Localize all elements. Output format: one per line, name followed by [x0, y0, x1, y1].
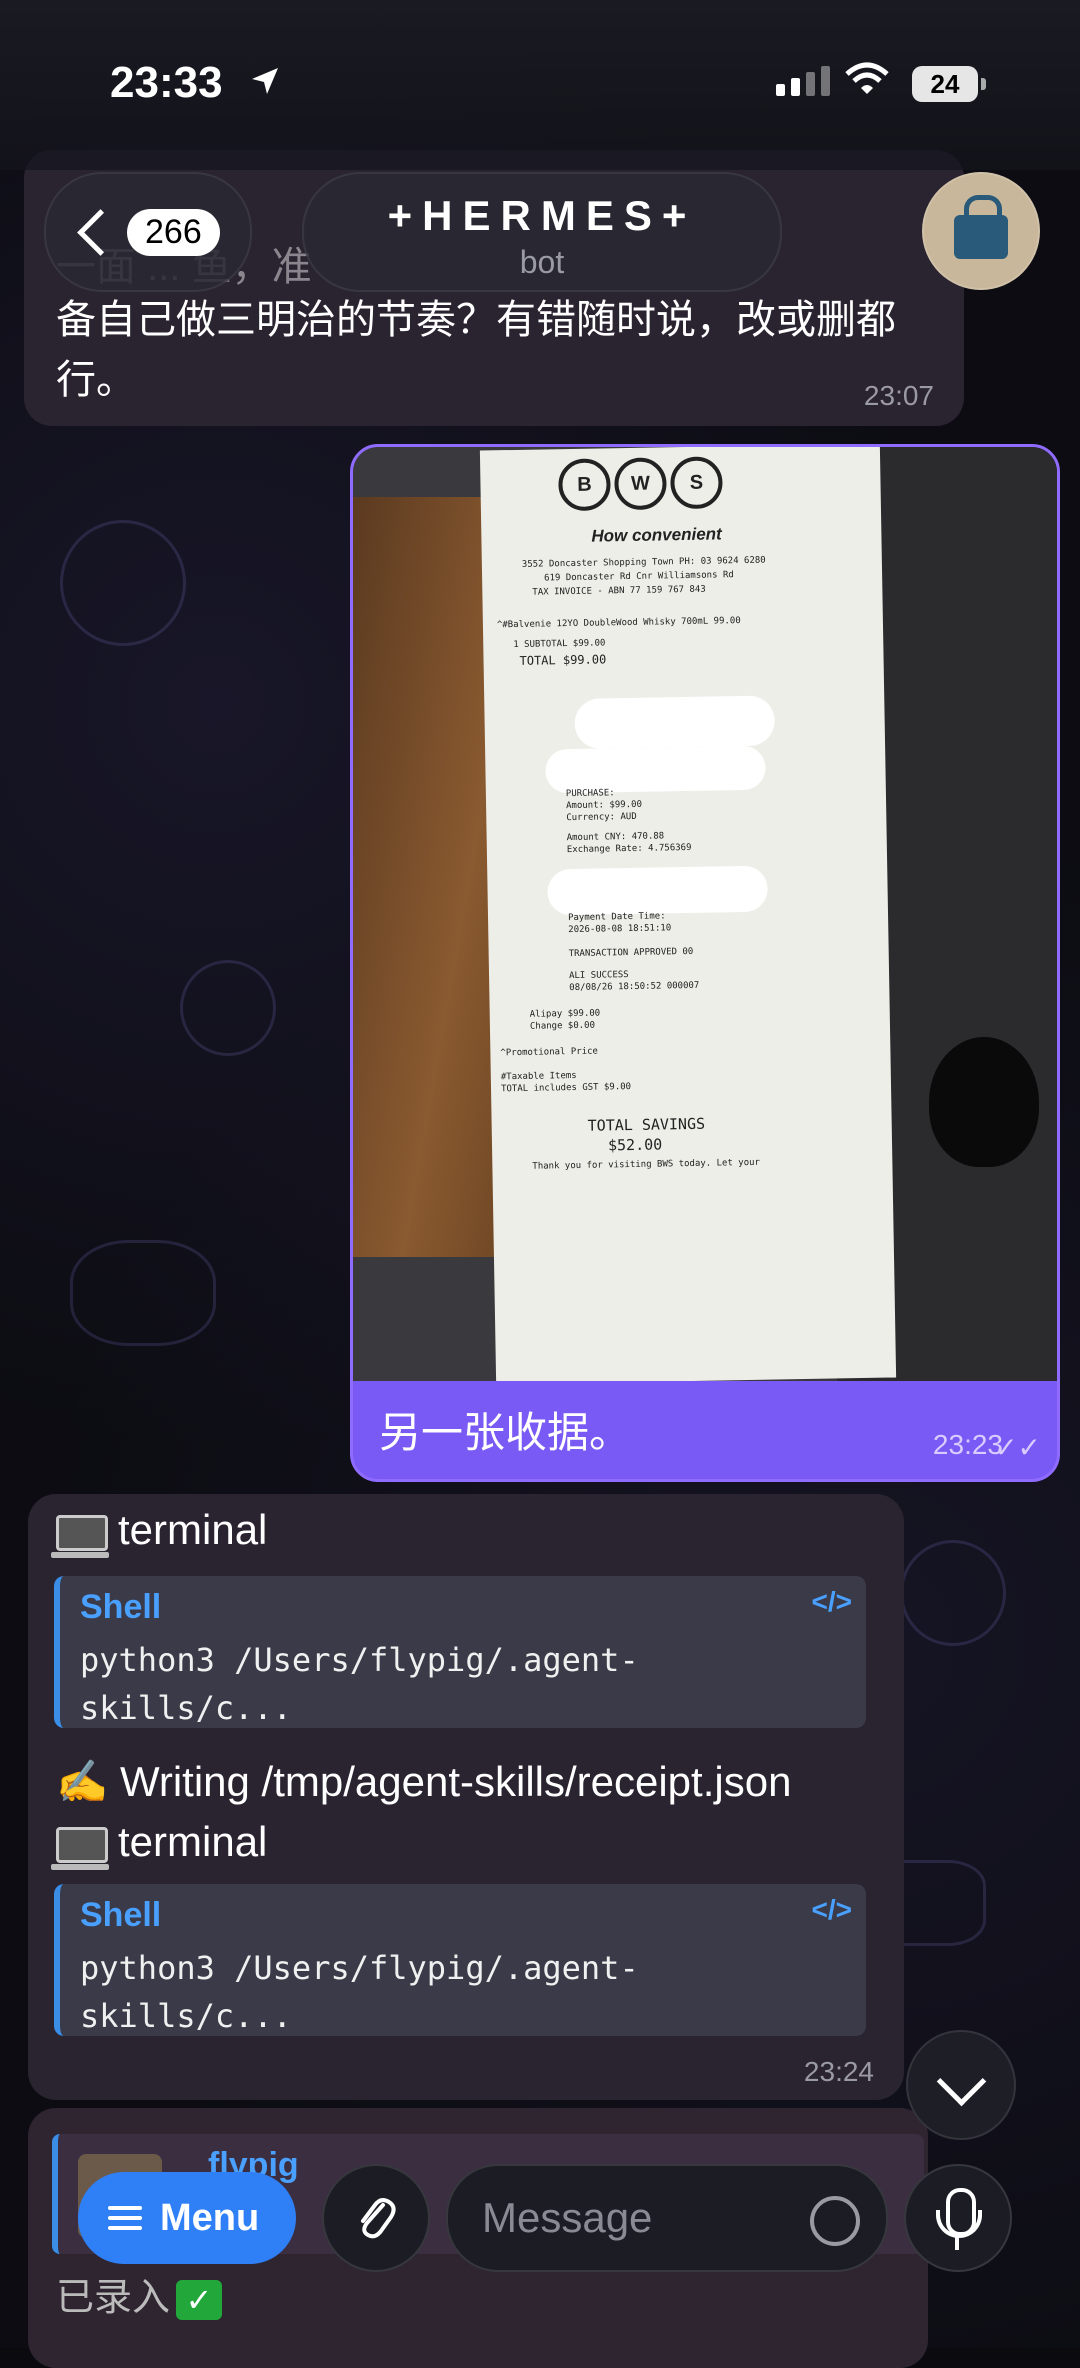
code-text: python3 /Users/flypig/.agent-skills/c...	[80, 1641, 639, 1727]
code-icon[interactable]: </>	[812, 1586, 852, 1618]
back-button[interactable]: 266	[44, 172, 252, 292]
chevron-down-icon	[936, 2056, 987, 2107]
message-line: terminal	[51, 1506, 268, 1558]
code-block-label: Shell	[80, 1896, 162, 1934]
chat-title-button[interactable]: +HERMES+ bot	[302, 172, 782, 292]
message-time: 23:24	[803, 2056, 874, 2087]
receipt-line: Currency: AUD	[566, 811, 637, 824]
message-line-text: terminal	[118, 1506, 268, 1553]
code-block[interactable]: Shell </> python3 /Users/flypig/.agent-s…	[54, 1884, 866, 2036]
message-time: 23:07	[863, 380, 934, 411]
receipt-line: TOTAL $99.00	[519, 652, 607, 668]
apple-logo-icon	[929, 1037, 1039, 1167]
receipt-line: #Taxable Items	[500, 1070, 577, 1083]
sticker-icon[interactable]	[810, 2196, 860, 2246]
receipt-line: TOTAL includes GST $9.00	[500, 1082, 632, 1095]
receipt-line: Payment Date Time:	[567, 911, 666, 924]
receipt-line: TAX INVOICE - ABN 77 159 767 843	[532, 584, 706, 598]
check-mark-icon: ✓	[176, 2279, 223, 2320]
chat-title: +HERMES+	[387, 192, 697, 239]
scroll-to-bottom-button[interactable]	[906, 2030, 1016, 2140]
message-line-text: terminal	[118, 1818, 268, 1865]
code-block-label: Shell	[80, 1588, 162, 1626]
receipt-line: $52.00	[607, 1135, 663, 1155]
redaction-mark	[547, 865, 768, 916]
paperclip-icon	[361, 2198, 396, 2239]
chat-subtitle: bot	[519, 244, 565, 280]
receipt-line: Thank you for visiting BWS today. Let yo…	[532, 1157, 761, 1172]
message-input[interactable]	[480, 2188, 784, 2248]
receipt-line: Exchange Rate: 4.756369	[566, 842, 692, 856]
laptop-icon	[51, 1826, 109, 1870]
redaction-mark	[574, 695, 776, 749]
chevron-left-icon	[77, 208, 124, 256]
code-text: python3 /Users/flypig/.agent-skills/c...	[80, 1949, 639, 2035]
redaction-mark	[545, 745, 766, 794]
avatar[interactable]	[922, 172, 1040, 290]
message-text: 已录入 ✓	[56, 2266, 223, 2321]
status-bar: 23:33 24	[0, 0, 1080, 170]
receipt-line: 08/08/26 18:50:52 000007	[569, 980, 700, 994]
message-line: terminal	[51, 1818, 268, 1870]
battery-indicator: 24	[912, 66, 986, 102]
message-bubble-incoming[interactable]: terminal Shell </> python3 /Users/flypig…	[28, 1494, 904, 2100]
double-check-icon: ✓✓	[994, 1432, 1041, 1463]
clock: 23:33	[110, 58, 223, 107]
receipt-line: 2026-08-08 18:51:10	[568, 923, 672, 936]
receipt-line: Alipay $99.00	[529, 1008, 601, 1020]
receipt-line: Amount: $99.00	[566, 799, 643, 812]
message-bubble-outgoing[interactable]: B W S How convenient 3552 Doncaster Shop…	[350, 444, 1060, 1482]
cellular-signal-icon	[776, 66, 830, 96]
wifi-icon	[845, 62, 889, 94]
receipt-line: PURCHASE:	[565, 788, 615, 800]
menu-label: Menu	[160, 2196, 260, 2239]
location-arrow-icon	[252, 68, 278, 94]
receipt-line: ^#Balvenie 12YO DoubleWood Whisky 700mL …	[496, 616, 741, 631]
receipt-line: Amount CNY: 470.88	[566, 831, 665, 844]
receipt-line: 619 Doncaster Rd Cnr Williamsons Rd	[544, 570, 734, 584]
code-block[interactable]: Shell </> python3 /Users/flypig/.agent-s…	[54, 1576, 866, 1728]
attach-button[interactable]	[322, 2164, 430, 2272]
message-field[interactable]	[446, 2164, 888, 2272]
message-time: 23:23	[932, 1429, 1003, 1460]
receipt-photo[interactable]: B W S How convenient 3552 Doncaster Shop…	[353, 447, 1057, 1381]
message-text-value: 已录入	[56, 2277, 171, 2319]
bws-logo: B W S	[558, 456, 723, 512]
receipt-line: TOTAL SAVINGS	[587, 1114, 706, 1135]
handbag-icon	[954, 195, 1008, 259]
receipt-line: ALI SUCCESS	[568, 970, 629, 982]
receipt-line: 1 SUBTOTAL $99.00	[513, 638, 606, 651]
receipt-line: ^Promotional Price	[500, 1046, 599, 1059]
message-line: ✍️ Writing /tmp/agent-skills/receipt.jso…	[56, 1758, 792, 1805]
code-icon[interactable]: </>	[812, 1894, 852, 1926]
receipt-line: Change $0.00	[529, 1020, 596, 1032]
laptop-icon	[51, 1514, 109, 1558]
message-text: 备自己做三明治的节奏？有错随时说，改或删都行。	[56, 298, 896, 402]
voice-record-button[interactable]	[904, 2164, 1012, 2272]
receipt-line: How convenient	[591, 524, 722, 546]
menu-icon	[108, 2200, 142, 2236]
message-text: 另一张收据。	[379, 1409, 632, 1456]
menu-button[interactable]: Menu	[78, 2172, 296, 2264]
unread-count-badge: 266	[127, 208, 220, 256]
receipt-line: 3552 Doncaster Shopping Town PH: 03 9624…	[521, 555, 766, 570]
receipt-paper: B W S How convenient 3552 Doncaster Shop…	[479, 447, 897, 1381]
receipt-line: TRANSACTION APPROVED 00	[568, 946, 694, 960]
